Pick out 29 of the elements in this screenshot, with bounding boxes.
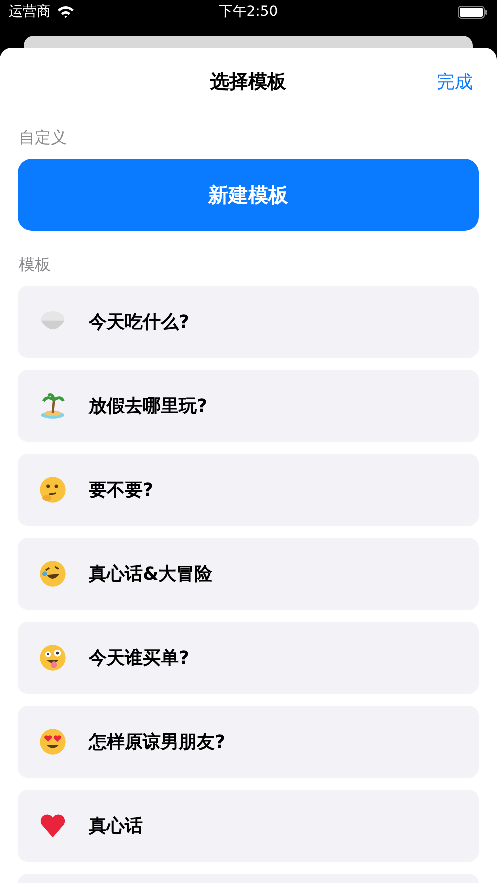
heart-icon (39, 812, 67, 840)
thinking-face-icon (39, 476, 67, 504)
template-title: 今天谁买单? (89, 647, 190, 670)
template-item[interactable]: 今天谁买单? (18, 622, 479, 694)
template-item[interactable]: 真心话&大冒险 (18, 538, 479, 610)
template-title: 今天吃什么? (89, 311, 190, 334)
template-title: 真心话&大冒险 (89, 563, 213, 586)
section-label: 自定义 (19, 128, 68, 149)
clock-time: 下午2:50 (218, 3, 278, 21)
done-button[interactable]: 完成 (437, 70, 473, 94)
template-item[interactable]: 要不要? (18, 454, 479, 526)
carrier-name: 运营商 (9, 3, 51, 21)
sheet-title: 选择模板 (210, 70, 286, 95)
template-title: 放假去哪里玩? (89, 395, 208, 418)
laughing-face-icon (39, 560, 67, 588)
section-label: 模板 (19, 255, 52, 276)
new-template-button[interactable]: 新建模板 (18, 159, 479, 231)
template-title: 怎样原谅男朋友? (89, 731, 226, 754)
template-title: 真心话 (89, 815, 143, 838)
palm-island-icon (39, 392, 67, 420)
template-title: 要不要? (89, 479, 154, 502)
zany-face-icon (39, 644, 67, 672)
wifi-icon (57, 5, 75, 19)
battery-icon (458, 6, 488, 18)
heart-eyes-face-icon (39, 728, 67, 756)
template-item[interactable]: 怎样原谅男朋友? (18, 706, 479, 778)
template-item[interactable]: 真心话 (18, 790, 479, 862)
template-item[interactable]: 放假去哪里玩? (18, 370, 479, 442)
template-item[interactable]: 今天吃什么? (18, 286, 479, 358)
